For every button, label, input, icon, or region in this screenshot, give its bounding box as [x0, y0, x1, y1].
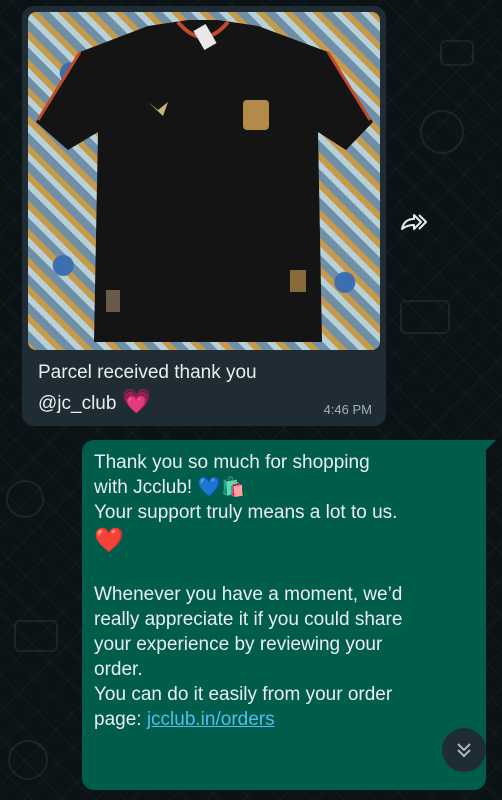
wallpaper-doodle	[8, 740, 48, 780]
message-line: Thank you so much for shopping	[94, 452, 370, 473]
forward-icon	[401, 214, 427, 230]
incoming-message-text: Parcel received thank you @jc_club 💗	[38, 358, 368, 418]
jersey-image	[36, 20, 373, 342]
wallpaper-doodle	[440, 40, 474, 66]
mention[interactable]: @jc_club	[38, 393, 116, 414]
message-line: Your support truly means a lot to us.	[94, 502, 398, 523]
message-line: Whenever you have a moment, we’d	[94, 584, 403, 605]
wallpaper-doodle	[6, 480, 44, 518]
outgoing-message-text: Thank you so much for shopping with Jccl…	[94, 450, 478, 732]
message-timestamp: 4:46 PM	[323, 402, 372, 417]
message-line: page: jcclub.in/orders	[94, 707, 478, 732]
heart-emoji: 💗	[121, 388, 152, 415]
message-line: You can do it easily from your order	[94, 684, 393, 705]
link-prefix: page:	[94, 709, 147, 730]
message-line: really appreciate it if you could share	[94, 609, 403, 630]
message-line: your experience by reviewing your	[94, 634, 383, 655]
message-line: order.	[94, 659, 143, 680]
message-line: ❤️	[94, 527, 124, 554]
incoming-message[interactable]: Parcel received thank you @jc_club 💗 4:4…	[22, 6, 386, 426]
orders-link[interactable]: jcclub.in/orders	[147, 709, 275, 730]
wallpaper-doodle	[400, 300, 450, 334]
forward-button[interactable]	[392, 200, 436, 244]
chevron-double-down-icon	[457, 743, 471, 758]
wallpaper-doodle	[14, 620, 58, 652]
wallpaper-doodle	[420, 110, 464, 154]
message-line: with Jcclub! 💙🛍️	[94, 477, 245, 498]
incoming-line: @jc_club 💗	[38, 387, 368, 418]
incoming-line: Parcel received thank you	[38, 362, 257, 383]
message-photo[interactable]	[28, 12, 380, 350]
outgoing-message[interactable]: Thank you so much for shopping with Jccl…	[82, 440, 496, 790]
scroll-to-bottom-button[interactable]	[442, 728, 486, 772]
